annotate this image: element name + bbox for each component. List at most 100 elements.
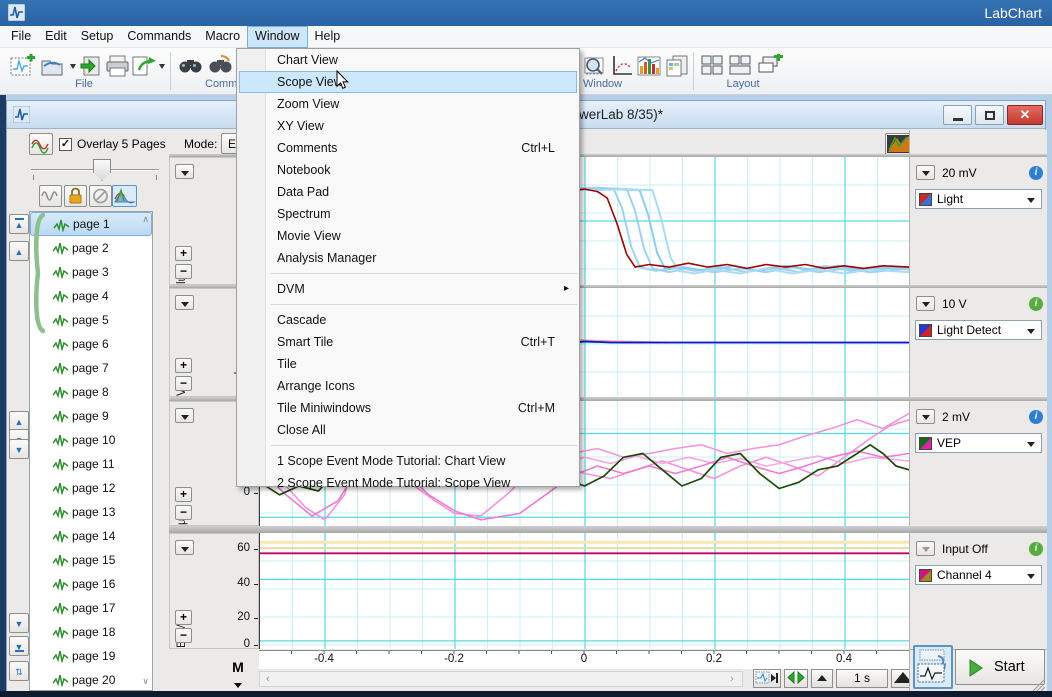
list-scroll-down-icon[interactable]: ∨ xyxy=(142,676,149,687)
resize-grip[interactable] xyxy=(1031,677,1045,691)
menu-item-analysis-manager[interactable]: Analysis Manager xyxy=(237,247,579,269)
axis-zoom-in-button[interactable]: + xyxy=(175,487,192,502)
menu-item-spectrum[interactable]: Spectrum xyxy=(237,203,579,225)
menu-item-comments[interactable]: CommentsCtrl+L xyxy=(237,137,579,159)
tile-horizontal-button[interactable] xyxy=(729,54,753,78)
plot-panel-4[interactable] xyxy=(259,533,909,649)
page-item-20[interactable]: page 20 xyxy=(30,668,152,691)
panel-divider[interactable] xyxy=(169,526,1047,533)
page-item-18[interactable]: page 18 xyxy=(30,620,152,644)
scroll-to-end-button[interactable] xyxy=(753,669,781,688)
menu-item-scope-view[interactable]: Scope View xyxy=(239,71,577,93)
menu-item-2-scope-event-mode-tutorial-scope-view[interactable]: 2 Scope Event Mode Tutorial: Scope View xyxy=(237,472,579,494)
pages-scroll-up-button[interactable]: ▲ xyxy=(9,411,29,431)
overlay-settings-button[interactable] xyxy=(29,133,53,155)
channel-select-light-detect[interactable]: Light Detect xyxy=(915,320,1042,340)
page-item-3[interactable]: page 3 xyxy=(30,260,152,284)
axis-zoom-out-button[interactable]: − xyxy=(175,628,192,643)
channel-info-icon[interactable]: i xyxy=(1029,166,1043,180)
menu-window[interactable]: Window xyxy=(247,26,307,48)
channel-info-icon[interactable]: i xyxy=(1029,297,1043,311)
axis-zoom-in-button[interactable]: + xyxy=(175,246,192,261)
marker-well[interactable]: M xyxy=(229,659,247,693)
overlay-chart-button[interactable] xyxy=(112,185,137,207)
menu-item-notebook[interactable]: Notebook xyxy=(237,159,579,181)
range-dropdown[interactable] xyxy=(916,296,935,311)
no-overlay-button[interactable] xyxy=(89,185,112,207)
find-again-button[interactable] xyxy=(208,54,234,78)
scroll-left-icon[interactable]: ‹ xyxy=(266,673,270,685)
import-button[interactable] xyxy=(80,54,104,78)
menu-commands[interactable]: Commands xyxy=(120,26,198,48)
channel-select-channel-4[interactable]: Channel 4 xyxy=(915,565,1042,585)
find-button[interactable] xyxy=(178,54,204,78)
wave-display-button[interactable] xyxy=(39,185,62,207)
list-scroll-up-icon[interactable]: ∧ xyxy=(142,214,149,225)
page-item-2[interactable]: page 2 xyxy=(30,236,152,260)
page-item-6[interactable]: page 6 xyxy=(30,332,152,356)
menu-item-close-all[interactable]: Close All xyxy=(237,419,579,441)
page-item-12[interactable]: page 12 xyxy=(30,476,152,500)
menu-item-1-scope-event-mode-tutorial-chart-view[interactable]: 1 Scope Event Mode Tutorial: Chart View xyxy=(237,450,579,472)
menu-item-xy-view[interactable]: XY View xyxy=(237,115,579,137)
menu-item-dvm[interactable]: DVM▸ xyxy=(237,278,579,300)
menu-item-tile-miniwindows[interactable]: Tile MiniwindowsCtrl+M xyxy=(237,397,579,419)
close-button[interactable]: ✕ xyxy=(1007,105,1043,125)
page-item-13[interactable]: page 13 xyxy=(30,500,152,524)
data-pad-button[interactable] xyxy=(665,54,691,78)
page-item-14[interactable]: page 14 xyxy=(30,524,152,548)
print-button[interactable] xyxy=(106,54,130,78)
page-item-16[interactable]: page 16 xyxy=(30,572,152,596)
axis-zoom-in-button[interactable]: + xyxy=(175,358,192,373)
page-item-5[interactable]: page 5 xyxy=(30,308,152,332)
channel-select-light[interactable]: Light xyxy=(915,189,1042,209)
page-item-11[interactable]: page 11 xyxy=(30,452,152,476)
spectrum-view-button[interactable] xyxy=(637,54,661,78)
range-dropdown[interactable] xyxy=(916,409,935,424)
minimize-button[interactable] xyxy=(943,105,972,125)
menu-item-smart-tile[interactable]: Smart TileCtrl+T xyxy=(237,331,579,353)
page-prev-button[interactable]: ▲ xyxy=(9,241,29,261)
page-item-19[interactable]: page 19 xyxy=(30,644,152,668)
chart-mode-button[interactable] xyxy=(885,133,911,155)
xy-view-button[interactable] xyxy=(610,54,634,78)
lock-pages-button[interactable] xyxy=(64,185,87,207)
compress-small-button[interactable] xyxy=(811,669,833,688)
page-item-15[interactable]: page 15 xyxy=(30,548,152,572)
page-last-button[interactable]: ▼ xyxy=(9,636,29,656)
time-scale-button[interactable]: 1 s xyxy=(836,669,888,688)
overlay-count-slider-thumb[interactable] xyxy=(93,159,111,181)
menu-setup[interactable]: Setup xyxy=(74,26,121,48)
range-dropdown[interactable] xyxy=(916,165,935,180)
menu-help[interactable]: Help xyxy=(308,26,348,48)
channel-select-vep[interactable]: VEP xyxy=(915,433,1042,453)
pages-scroll-down-button[interactable]: ▼ xyxy=(9,439,29,459)
page-item-9[interactable]: page 9 xyxy=(30,404,152,428)
menu-macro[interactable]: Macro xyxy=(198,26,247,48)
channel-info-icon[interactable]: i xyxy=(1029,542,1043,556)
scroll-right-icon[interactable]: › xyxy=(730,673,734,685)
export-button[interactable] xyxy=(132,54,166,78)
page-item-7[interactable]: page 7 xyxy=(30,356,152,380)
menu-item-movie-view[interactable]: Movie View xyxy=(237,225,579,247)
menu-item-arrange-icons[interactable]: Arrange Icons xyxy=(237,375,579,397)
axis-zoom-in-button[interactable]: + xyxy=(175,610,192,625)
axis-zoom-out-button[interactable]: − xyxy=(175,264,192,279)
pages-list[interactable]: page 1page 2page 3page 4page 5page 6page… xyxy=(29,211,153,691)
axis-zoom-out-button[interactable]: − xyxy=(175,505,192,520)
page-next-button[interactable]: ▼ xyxy=(9,613,29,633)
menu-item-zoom-view[interactable]: Zoom View xyxy=(237,93,579,115)
menu-item-cascade[interactable]: Cascade xyxy=(237,309,579,331)
page-first-button[interactable]: ▲ xyxy=(9,214,29,234)
page-item-8[interactable]: page 8 xyxy=(30,380,152,404)
expand-time-button[interactable] xyxy=(784,669,808,688)
page-item-4[interactable]: page 4 xyxy=(30,284,152,308)
menu-edit[interactable]: Edit xyxy=(38,26,74,48)
page-item-1[interactable]: page 1 xyxy=(30,212,152,236)
maximize-button[interactable] xyxy=(975,105,1004,125)
page-item-10[interactable]: page 10 xyxy=(30,428,152,452)
scope-pages-button[interactable] xyxy=(913,645,953,689)
range-dropdown[interactable] xyxy=(916,541,935,556)
marker-m[interactable]: M xyxy=(229,659,247,675)
axis-zoom-out-button[interactable]: − xyxy=(175,376,192,391)
